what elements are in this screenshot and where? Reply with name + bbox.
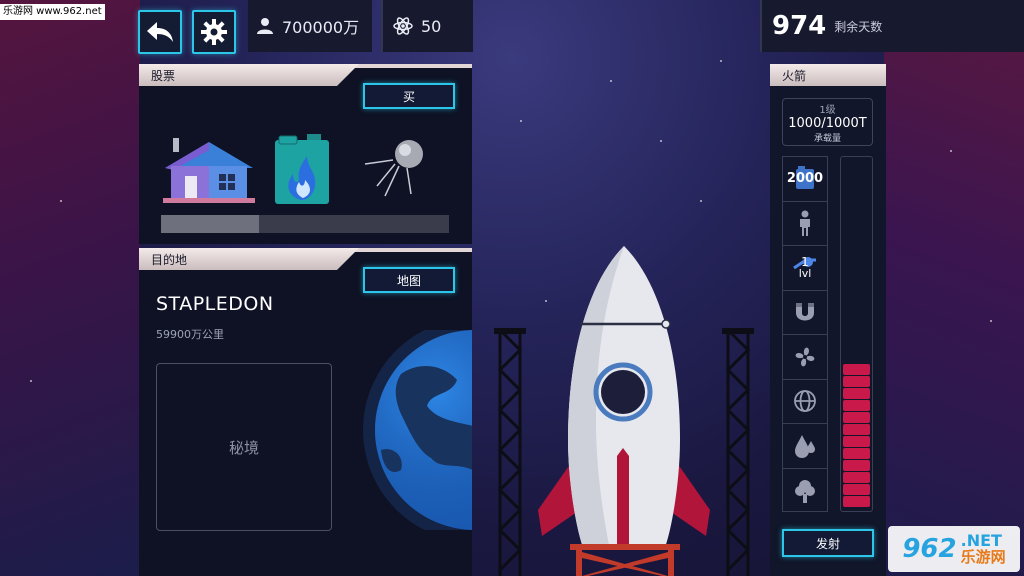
background-right-gradient [884,0,1024,576]
fuel-gauge [840,156,873,512]
fuel-segment [843,376,870,387]
secret-realm-box[interactable]: 秘境 [156,363,332,531]
fuel-slot-value: 2000 [786,171,824,187]
days-remaining-value: 974 [772,11,827,41]
fan-icon [795,347,815,367]
logo-net: .NET [960,531,1002,550]
rocket-capacity-label: 承载量 [813,134,841,144]
stocks-panel: 股票 买 [139,64,472,244]
crew-slot[interactable] [783,202,827,246]
fuel-segment [843,460,870,471]
tree-slot[interactable] [783,469,827,514]
background-left-gradient [0,0,140,576]
stock-progress-fill [161,215,259,233]
fuel-can-icon[interactable] [273,134,331,206]
fuel-segment [843,412,870,423]
fuel-segment [843,436,870,447]
planet-icon [363,330,472,530]
atom-icon [393,17,413,35]
atom-value: 50 [421,16,442,36]
site-watermark: 乐游网 www.962.net [0,4,105,20]
logo-number: 962 [902,534,957,564]
satellite-icon[interactable] [363,138,429,198]
destination-name: STAPLEDON [156,293,274,315]
gear-icon [201,19,227,45]
globe-slot[interactable] [783,380,827,424]
person-icon [257,18,273,34]
destination-panel: 目的地 地图 STAPLEDON 59900万公里 秘境 [139,248,472,576]
money-value: 700000万 [282,18,360,37]
fan-slot[interactable] [783,335,827,380]
atom-stat: 50 [381,0,473,52]
map-button[interactable]: 地图 [363,267,455,293]
rocket-level-card[interactable]: 1级 1000/1000T 承载量 [782,98,873,146]
level-slot-text: 1 lvl [798,256,812,280]
water-drops-icon [795,434,815,458]
money-stat: 700000万 [248,0,372,52]
rocket-upgrade-slots: 2000 1 lvl [782,156,828,512]
back-button[interactable] [138,10,182,54]
buy-button[interactable]: 买 [363,83,455,109]
secret-realm-label: 秘境 [228,438,259,457]
destination-distance: 59900万公里 [156,328,224,341]
site-logo-watermark: 962 .NET 乐游网 [888,526,1020,572]
person-icon [800,210,810,237]
fuel-segment [843,484,870,495]
stock-progress-bar [161,215,449,233]
magnet-slot[interactable] [783,291,827,335]
days-remaining-label: 剩余天数 [834,19,883,34]
rocket-launch-scene [494,246,754,576]
rocket-level: 1级 [819,105,836,116]
logo-text: .NET 乐游网 [961,532,1006,566]
level-slot[interactable]: 1 lvl [783,246,827,291]
globe-icon [794,390,816,413]
tree-icon [795,479,815,503]
fuel-slot[interactable]: 2000 [783,157,827,202]
settings-button[interactable] [192,10,236,54]
days-remaining-box: 974 剩余天数 [760,0,1024,52]
level-slot-suffix: lvl [798,266,812,280]
fuel-segment [843,496,870,507]
fuel-segment [843,424,870,435]
water-slot[interactable] [783,424,827,469]
fuel-segment [843,472,870,483]
rocket-header: 火箭 [770,64,886,86]
launch-button[interactable]: 发射 [782,529,874,557]
fuel-segment [843,448,870,459]
fuel-segment [843,400,870,411]
logo-site: 乐游网 [960,548,1006,566]
back-arrow-icon [147,22,173,42]
destination-title: 目的地 [151,253,188,267]
fuel-segment [843,388,870,399]
magnet-icon [796,303,814,321]
stocks-title: 股票 [151,69,176,83]
house-icon[interactable] [163,138,255,204]
rocket-title: 火箭 [782,69,807,83]
rocket-capacity: 1000/1000T [788,116,867,131]
fuel-segment [843,364,870,375]
rocket-panel: 火箭 1级 1000/1000T 承载量 2000 1 lvl 发射 [770,64,886,576]
